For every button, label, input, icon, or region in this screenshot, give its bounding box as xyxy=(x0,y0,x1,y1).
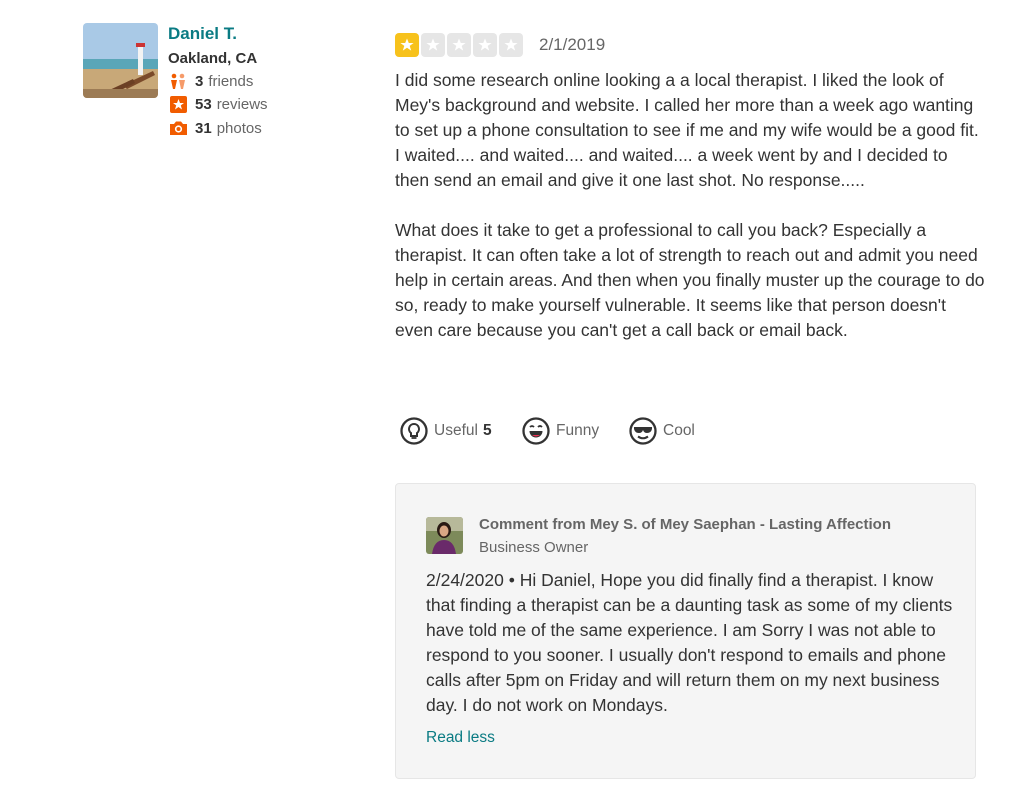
funny-label: Funny xyxy=(556,422,600,439)
useful-button[interactable]: Useful 5 xyxy=(400,415,492,447)
review-date: 2/1/2019 xyxy=(539,35,606,54)
photos-label: photos xyxy=(216,119,262,137)
user-avatar[interactable] xyxy=(83,23,158,98)
star-empty-icon xyxy=(447,33,471,57)
lightbulb-icon xyxy=(400,417,428,445)
owner-avatar[interactable] xyxy=(426,517,463,554)
star-empty-icon xyxy=(499,33,523,57)
friends-count: 3 xyxy=(195,72,204,90)
user-location: Oakland, CA xyxy=(168,50,258,67)
reviews-label: reviews xyxy=(216,95,268,113)
owner-comment-body: 2/24/2020 • Hi Daniel, Hope you did fina… xyxy=(426,570,953,715)
star-empty-icon xyxy=(421,33,445,57)
funny-face-icon xyxy=(522,417,550,445)
read-less-link[interactable]: Read less xyxy=(426,729,495,747)
user-name[interactable]: Daniel T. xyxy=(168,24,237,44)
avatar-photo xyxy=(83,23,158,98)
cool-label: Cool xyxy=(663,422,695,439)
cool-button[interactable]: Cool xyxy=(629,415,695,447)
owner-comment-box: Comment from Mey S. of Mey Saephan - Las… xyxy=(395,483,976,779)
photos-stat: 31 photos xyxy=(168,118,262,138)
star-empty-icon xyxy=(473,33,497,57)
photos-count: 31 xyxy=(195,119,212,137)
useful-label: Useful xyxy=(434,422,478,439)
friends-icon xyxy=(168,71,188,91)
star-rating xyxy=(395,33,523,57)
friends-stat: 3 friends xyxy=(168,71,253,91)
funny-button[interactable]: Funny xyxy=(522,415,599,447)
reviews-stat: 53 reviews xyxy=(168,94,268,114)
owner-role: Business Owner xyxy=(479,539,589,556)
owner-avatar-photo xyxy=(426,517,463,554)
review-text: I did some research online looking a a l… xyxy=(395,70,985,340)
useful-count: 5 xyxy=(482,422,492,439)
reviews-count: 53 xyxy=(195,95,212,113)
cool-face-icon xyxy=(629,417,657,445)
friends-label: friends xyxy=(208,72,254,90)
star-filled-icon xyxy=(395,33,419,57)
review-star-icon xyxy=(168,94,188,114)
camera-icon xyxy=(168,118,188,138)
owner-comment-header: Comment from Mey S. of Mey Saephan - Las… xyxy=(479,516,891,533)
